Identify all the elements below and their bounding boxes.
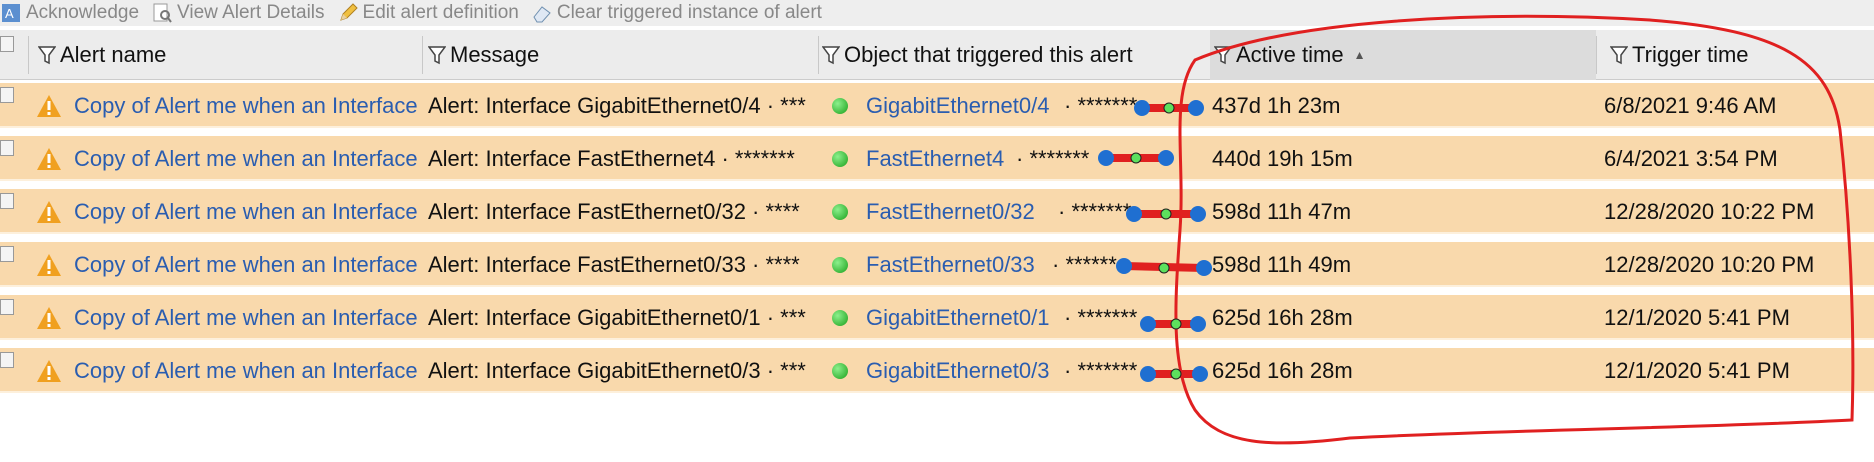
column-header-label: Message (450, 42, 540, 67)
alert-name-link[interactable]: Copy of Alert me when an Interface (74, 242, 420, 287)
alert-name-link[interactable]: Copy of Alert me when an Interface (74, 83, 420, 128)
edit-alert-definition-label: Edit alert definition (362, 2, 519, 23)
object-link[interactable]: FastEthernet4 (866, 136, 1004, 181)
view-alert-details-button[interactable]: View Alert Details (151, 2, 325, 24)
alert-message: Alert: Interface GigabitEthernet0/1 · **… (428, 304, 806, 330)
object-link[interactable]: FastEthernet0/33 (866, 242, 1035, 287)
column-header-message[interactable]: Message (428, 30, 818, 80)
column-header-label: Alert name (60, 42, 167, 67)
acknowledge-icon: A (0, 3, 22, 23)
alerts-table-header: Alert name Message Object that triggered… (0, 30, 1874, 80)
column-header-alert-name[interactable]: Alert name (38, 30, 418, 80)
svg-text:A: A (5, 6, 14, 21)
warning-triangle-icon (36, 189, 64, 234)
funnel-icon[interactable] (38, 45, 56, 65)
object-suffix: · ******* (1016, 145, 1090, 171)
column-separator (28, 36, 29, 74)
edit-alert-definition-button[interactable]: Edit alert definition (337, 2, 519, 24)
object-suffix: · ****** (1052, 251, 1117, 277)
column-header-active-time[interactable]: Active time ▲ (1210, 30, 1596, 80)
view-alert-details-label: View Alert Details (177, 2, 325, 23)
object-link[interactable]: GigabitEthernet0/4 (866, 83, 1049, 128)
table-row[interactable]: Copy of Alert me when an Interface Alert… (0, 348, 1874, 393)
warning-triangle-icon (36, 348, 64, 393)
pencil-icon (337, 3, 359, 23)
column-separator (1596, 36, 1597, 74)
funnel-icon[interactable] (428, 45, 446, 65)
trigger-time: 12/28/2020 10:22 PM (1604, 198, 1815, 224)
object-link[interactable]: GigabitEthernet0/3 (866, 348, 1049, 393)
object-suffix: · ******* (1064, 92, 1138, 118)
object-link[interactable]: GigabitEthernet0/1 (866, 295, 1049, 340)
alert-name-link[interactable]: Copy of Alert me when an Interface (74, 295, 420, 340)
status-up-icon (832, 83, 854, 128)
active-time: 598d 11h 47m (1212, 198, 1352, 224)
column-header-label: Object that triggered this alert (844, 42, 1133, 67)
object-suffix: · ******* (1064, 304, 1138, 330)
column-header-label: Active time (1236, 42, 1344, 67)
row-checkbox[interactable] (0, 299, 14, 315)
table-row[interactable]: Copy of Alert me when an Interface Alert… (0, 189, 1874, 234)
column-header-trigger-time[interactable]: Trigger time (1610, 30, 1874, 80)
active-time: 440d 19h 15m (1212, 145, 1353, 171)
eraser-icon (531, 3, 553, 23)
trigger-time: 12/28/2020 10:20 PM (1604, 251, 1815, 277)
table-row[interactable]: Copy of Alert me when an Interface Alert… (0, 83, 1874, 128)
alert-message: Alert: Interface FastEthernet0/32 · **** (428, 198, 800, 224)
active-time: 437d 1h 23m (1212, 92, 1341, 118)
row-checkbox[interactable] (0, 352, 14, 368)
column-header-label: Trigger time (1632, 42, 1749, 67)
warning-triangle-icon (36, 295, 64, 340)
row-checkbox[interactable] (0, 140, 14, 156)
row-checkbox[interactable] (0, 193, 14, 209)
acknowledge-label: Acknowledge (26, 2, 140, 23)
funnel-icon[interactable] (1214, 45, 1232, 65)
alert-name-link[interactable]: Copy of Alert me when an Interface (74, 348, 420, 393)
status-up-icon (832, 348, 854, 393)
status-up-icon (832, 242, 854, 287)
funnel-icon[interactable] (822, 45, 840, 65)
toolbar: A Acknowledge View Alert Details Edit al… (0, 0, 1874, 26)
alert-message: Alert: Interface FastEthernet4 · ******* (428, 145, 795, 171)
view-details-icon (151, 3, 173, 23)
table-row[interactable]: Copy of Alert me when an Interface Alert… (0, 242, 1874, 287)
select-all-checkbox-cell (0, 30, 28, 80)
alert-message: Alert: Interface GigabitEthernet0/4 · **… (428, 92, 806, 118)
alert-message: Alert: Interface GigabitEthernet0/3 · **… (428, 357, 806, 383)
acknowledge-button[interactable]: A Acknowledge (0, 2, 139, 24)
status-up-icon (832, 136, 854, 181)
trigger-time: 12/1/2020 5:41 PM (1604, 357, 1790, 383)
alert-name-link[interactable]: Copy of Alert me when an Interface (74, 136, 420, 181)
active-time: 625d 16h 28m (1212, 304, 1353, 330)
object-suffix: · ******* (1058, 198, 1132, 224)
alert-name-link[interactable]: Copy of Alert me when an Interface (74, 189, 420, 234)
clear-triggered-instance-button[interactable]: Clear triggered instance of alert (531, 2, 822, 24)
sort-ascending-icon: ▲ (1353, 48, 1366, 62)
active-time: 598d 11h 49m (1212, 251, 1352, 277)
trigger-time: 6/8/2021 9:46 AM (1604, 92, 1777, 118)
column-separator (422, 36, 423, 74)
status-up-icon (832, 295, 854, 340)
object-suffix: · ******* (1064, 357, 1138, 383)
row-checkbox[interactable] (0, 87, 14, 103)
row-checkbox[interactable] (0, 246, 14, 262)
warning-triangle-icon (36, 136, 64, 181)
warning-triangle-icon (36, 83, 64, 128)
trigger-time: 12/1/2020 5:41 PM (1604, 304, 1790, 330)
active-time: 625d 16h 28m (1212, 357, 1353, 383)
select-all-checkbox[interactable] (0, 36, 14, 52)
trigger-time: 6/4/2021 3:54 PM (1604, 145, 1778, 171)
object-link[interactable]: FastEthernet0/32 (866, 189, 1035, 234)
alert-message: Alert: Interface FastEthernet0/33 · **** (428, 251, 800, 277)
table-row[interactable]: Copy of Alert me when an Interface Alert… (0, 136, 1874, 181)
table-row[interactable]: Copy of Alert me when an Interface Alert… (0, 295, 1874, 340)
funnel-icon[interactable] (1610, 45, 1628, 65)
warning-triangle-icon (36, 242, 64, 287)
status-up-icon (832, 189, 854, 234)
column-header-object[interactable]: Object that triggered this alert (822, 30, 1210, 80)
clear-triggered-instance-label: Clear triggered instance of alert (556, 2, 822, 23)
column-separator (818, 36, 819, 74)
